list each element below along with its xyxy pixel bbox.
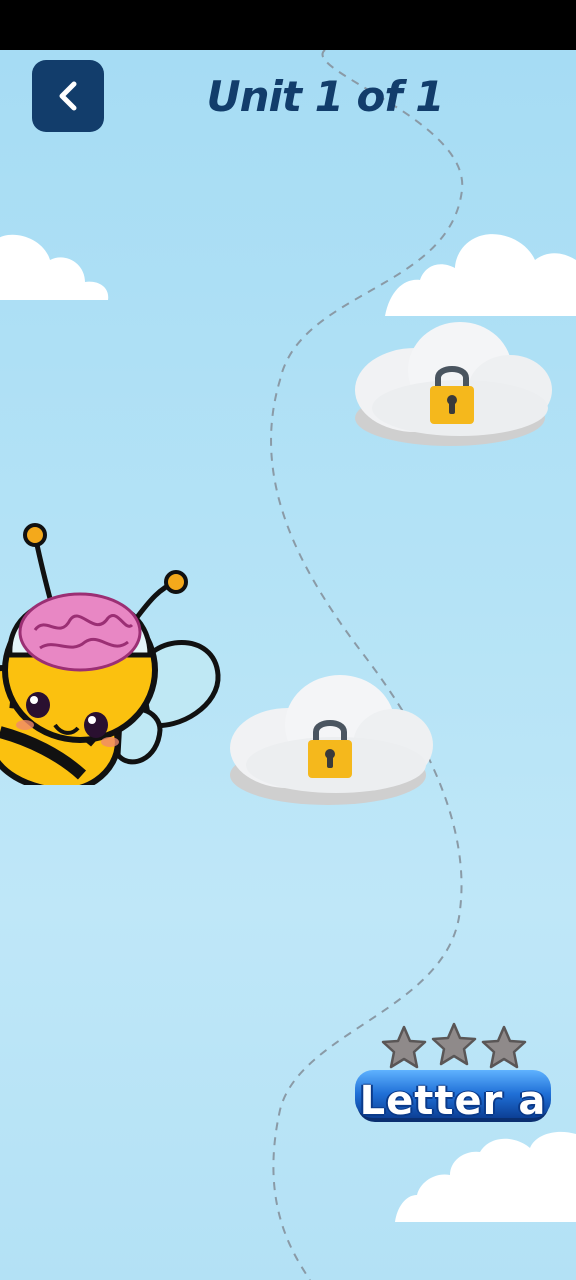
bee-with-brain-icon (0, 523, 221, 785)
star-icon (431, 1022, 477, 1066)
cloud-decoration (0, 234, 109, 300)
padlock-icon (430, 366, 474, 424)
level-map: Letter a Unit 1 of 1 (0, 50, 576, 1280)
padlock-icon (308, 720, 352, 778)
level-label: Letter a (359, 1078, 547, 1124)
level-node-locked[interactable] (228, 670, 433, 815)
star-icon (381, 1025, 427, 1069)
page-title: Unit 1 of 1 (206, 72, 445, 121)
back-button[interactable] (32, 60, 104, 132)
chevron-left-icon (59, 81, 77, 111)
level-node-letter-a[interactable]: Letter a (355, 1022, 551, 1124)
cloud-decoration (395, 1131, 576, 1222)
level-node-locked[interactable] (350, 318, 552, 463)
star-icon (481, 1025, 527, 1069)
status-bar (0, 0, 576, 50)
star-rating (381, 1022, 527, 1069)
cloud-decoration (385, 234, 576, 316)
